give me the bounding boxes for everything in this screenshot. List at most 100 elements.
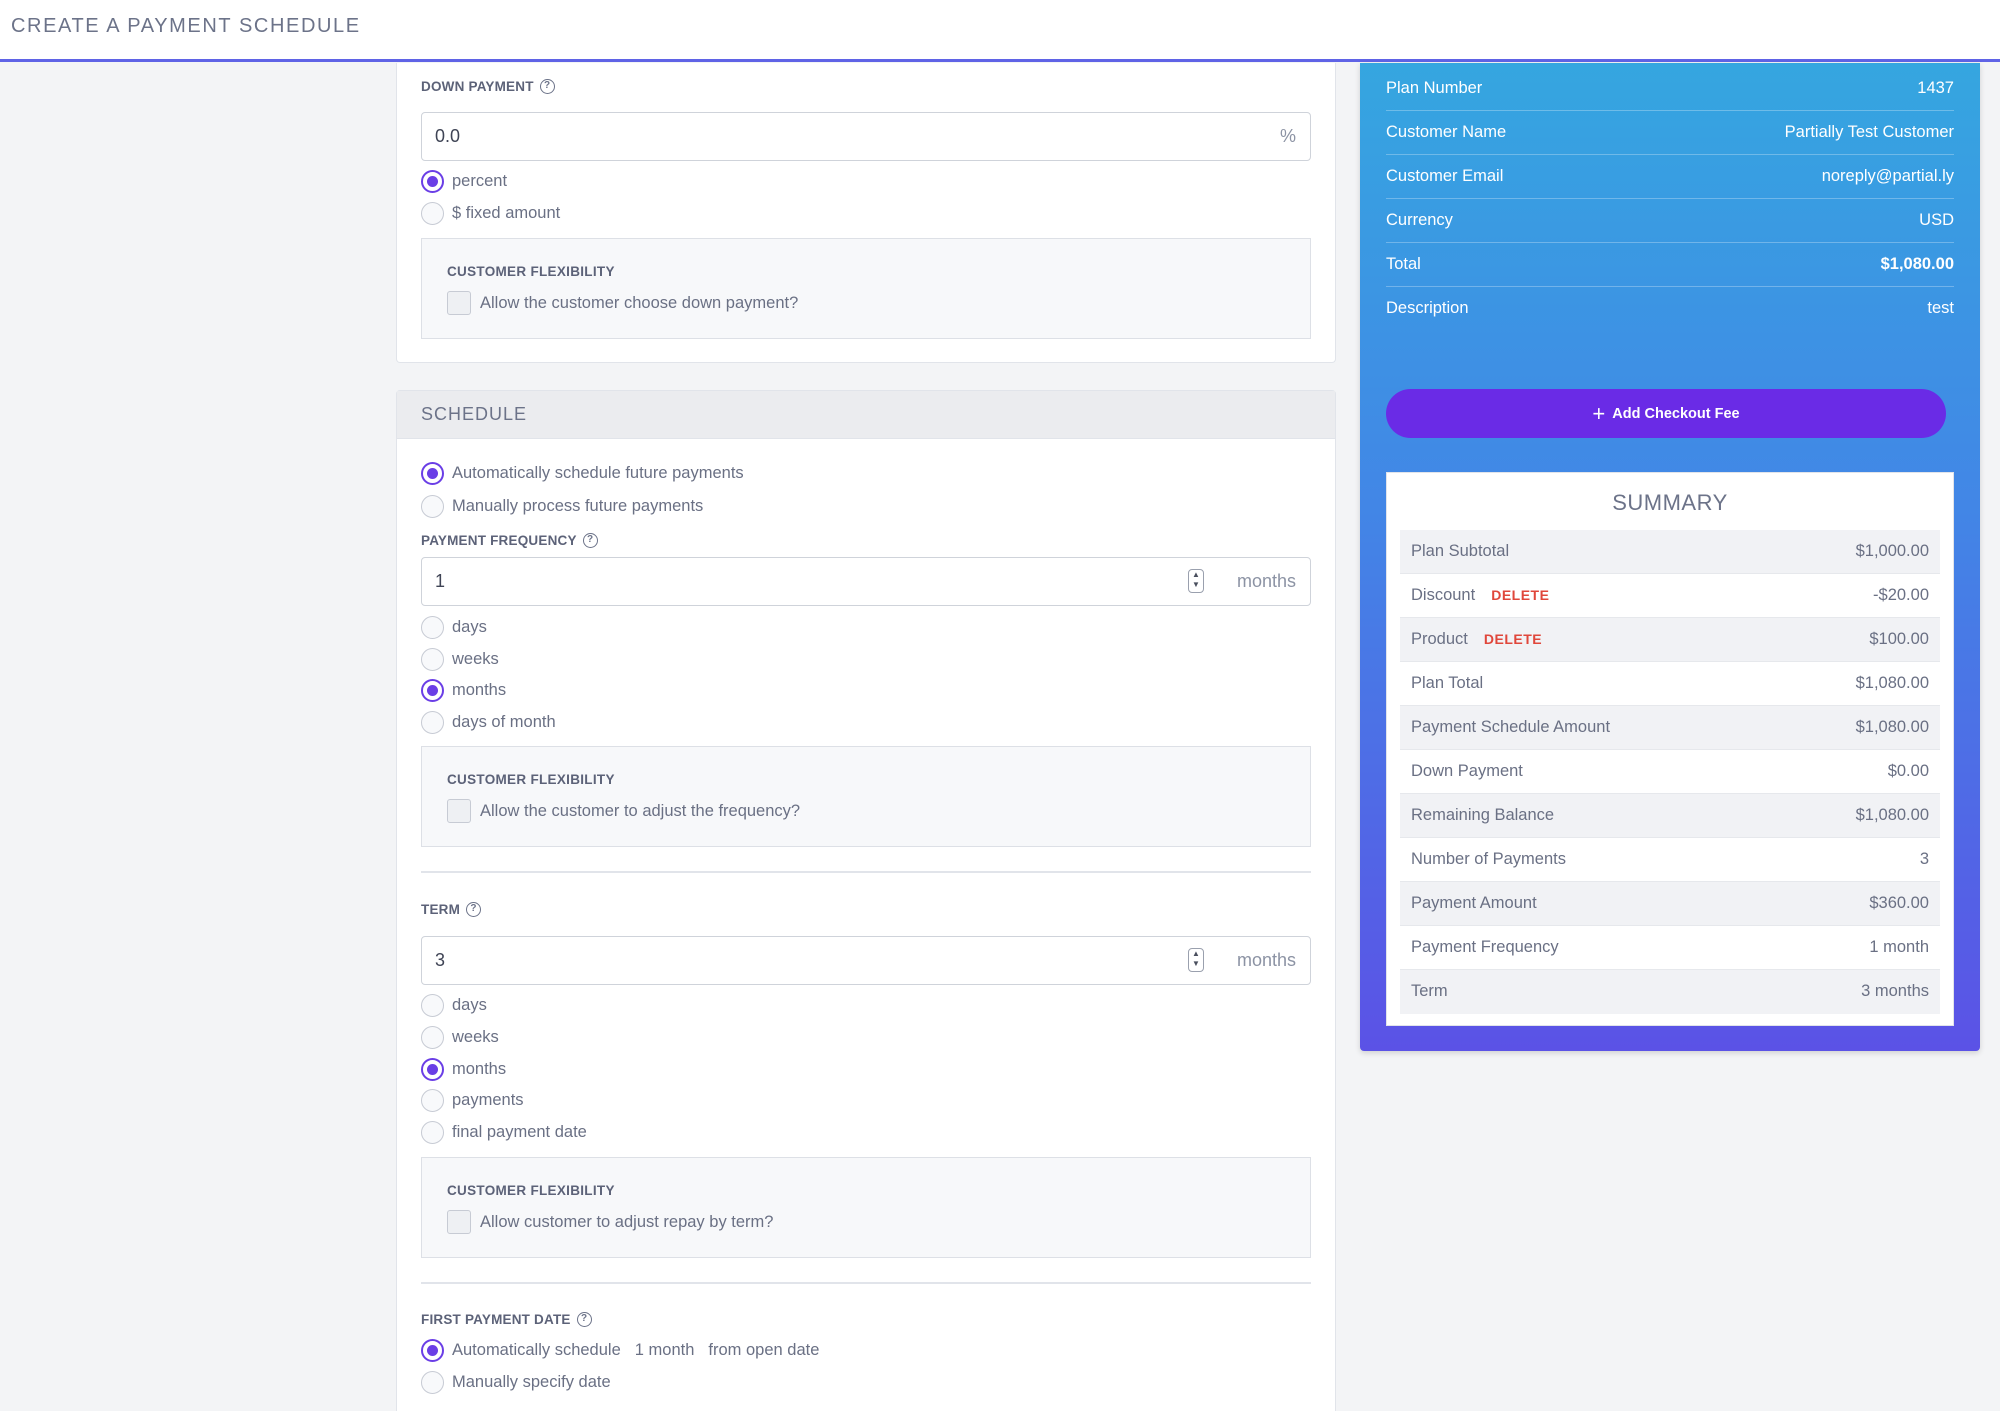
schedule-header: SCHEDULE <box>397 391 1335 439</box>
flexibility-title: CUSTOMER FLEXIBILITY <box>447 772 615 787</box>
first-payment-offset: 1 month <box>634 1341 695 1359</box>
payment-frequency-label-text: PAYMENT FREQUENCY <box>421 533 577 548</box>
radio-label: days <box>452 996 487 1014</box>
payment-frequency-input[interactable] <box>435 571 1135 592</box>
summary-key: Down Payment <box>1411 762 1523 780</box>
delete-discount-link[interactable]: DELETE <box>1491 587 1549 603</box>
frequency-option-months[interactable]: months <box>421 679 506 702</box>
term-option-final-payment-date[interactable]: final payment date <box>421 1121 587 1144</box>
summary-key: Payment Schedule Amount <box>1411 718 1611 736</box>
checkbox-icon[interactable] <box>447 1210 471 1234</box>
radio-icon[interactable] <box>421 495 444 518</box>
down-payment-label: DOWN PAYMENT ? <box>421 79 555 94</box>
radio-label: percent <box>452 172 508 190</box>
page-title: CREATE A PAYMENT SCHEDULE <box>11 15 361 37</box>
frequency-option-weeks[interactable]: weeks <box>421 648 499 671</box>
summary-row: Discount DELETE -$20.00 <box>1400 574 1940 618</box>
info-key: Total <box>1386 255 1421 273</box>
term-option-weeks[interactable]: weeks <box>421 1026 499 1049</box>
delete-product-link[interactable]: DELETE <box>1484 631 1542 647</box>
add-checkout-fee-button[interactable]: + Add Checkout Fee <box>1386 389 1946 438</box>
radio-selected-icon[interactable] <box>421 170 444 193</box>
frequency-option-days-of-month[interactable]: days of month <box>421 711 556 734</box>
total-row: Total $1,080.00 <box>1386 243 1954 287</box>
first-payment-option-automatic[interactable]: Automatically schedule 1 month from open… <box>421 1339 819 1362</box>
first-payment-date-label-text: FIRST PAYMENT DATE <box>421 1312 571 1327</box>
summary-value: $1,080.00 <box>1855 806 1929 824</box>
radio-icon[interactable] <box>421 648 444 671</box>
payment-frequency-field[interactable]: ▲▼ months <box>421 557 1311 606</box>
summary-row: Number of Payments 3 <box>1400 838 1940 882</box>
radio-icon[interactable] <box>421 1089 444 1112</box>
summary-value: $360.00 <box>1869 894 1929 912</box>
radio-selected-icon[interactable] <box>421 1339 444 1362</box>
help-icon[interactable]: ? <box>539 79 555 94</box>
info-key: Customer Email <box>1386 167 1504 185</box>
customer-name-row: Customer Name Partially Test Customer <box>1386 111 1954 155</box>
button-label: Add Checkout Fee <box>1612 405 1740 422</box>
summary-value: 1 month <box>1869 938 1929 956</box>
summary-row: Payment Amount $360.00 <box>1400 882 1940 926</box>
stepper-icon[interactable]: ▲ ▼ <box>1188 948 1204 972</box>
help-icon[interactable]: ? <box>466 902 482 917</box>
radio-selected-icon[interactable] <box>421 679 444 702</box>
radio-icon[interactable] <box>421 202 444 225</box>
radio-label: days of month <box>452 713 556 731</box>
info-value: test <box>1927 299 1954 317</box>
radio-label: weeks <box>452 1028 499 1046</box>
radio-selected-icon[interactable] <box>421 1058 444 1081</box>
allow-adjust-term-checkbox[interactable]: Allow customer to adjust repay by term? <box>447 1210 773 1234</box>
allow-adjust-frequency-checkbox[interactable]: Allow the customer to adjust the frequen… <box>447 799 800 823</box>
plan-number-row: Plan Number 1437 <box>1386 67 1954 111</box>
top-bar: CREATE A PAYMENT SCHEDULE <box>0 0 2000 62</box>
checkbox-icon[interactable] <box>447 799 471 823</box>
term-flexibility: CUSTOMER FLEXIBILITY Allow customer to a… <box>421 1157 1311 1258</box>
radio-icon[interactable] <box>421 1371 444 1394</box>
radio-icon[interactable] <box>421 1026 444 1049</box>
term-option-payments[interactable]: payments <box>421 1089 524 1112</box>
checkbox-icon[interactable] <box>447 291 471 315</box>
help-icon[interactable]: ? <box>576 1312 592 1327</box>
term-input[interactable] <box>435 950 1135 971</box>
down-payment-input[interactable] <box>435 126 1135 147</box>
radio-icon[interactable] <box>421 994 444 1017</box>
radio-label: final payment date <box>452 1123 587 1141</box>
summary-row: Product DELETE $100.00 <box>1400 618 1940 662</box>
summary-row: Payment Schedule Amount $1,080.00 <box>1400 706 1940 750</box>
radio-icon[interactable] <box>421 711 444 734</box>
down-payment-option-percent[interactable]: percent <box>421 170 507 193</box>
term-option-days[interactable]: days <box>421 994 487 1017</box>
radio-icon[interactable] <box>421 616 444 639</box>
radio-selected-icon[interactable] <box>421 462 444 485</box>
term-label-text: TERM <box>421 902 461 917</box>
divider <box>421 1282 1311 1284</box>
flexibility-title: CUSTOMER FLEXIBILITY <box>447 1183 615 1198</box>
frequency-option-days[interactable]: days <box>421 616 487 639</box>
plan-info-panel: Plan Number 1437 Customer Name Partially… <box>1360 63 1980 1051</box>
radio-label: payments <box>452 1091 524 1109</box>
term-field[interactable]: ▲▼ months <box>421 936 1311 985</box>
down-payment-option-fixed[interactable]: $ fixed amount <box>421 202 560 225</box>
schedule-option-manual[interactable]: Manually process future payments <box>421 495 703 518</box>
summary-key: Remaining Balance <box>1411 806 1555 824</box>
description-row: Description test <box>1386 287 1954 331</box>
stepper-icon[interactable]: ▲ ▼ <box>1188 569 1204 593</box>
down-payment-card: DOWN PAYMENT ? % percent $ fixed amount … <box>396 63 1336 363</box>
help-icon[interactable]: ? <box>582 533 598 548</box>
info-value: Partially Test Customer <box>1784 123 1954 141</box>
plus-icon: + <box>1592 400 1606 426</box>
radio-label: weeks <box>452 650 499 668</box>
summary-row: Plan Subtotal $1,000.00 <box>1400 530 1940 574</box>
radio-icon[interactable] <box>421 1121 444 1144</box>
summary-row: Term 3 months <box>1400 970 1940 1014</box>
summary-row: Plan Total $1,080.00 <box>1400 662 1940 706</box>
summary-title: SUMMARY <box>1612 490 1728 515</box>
first-payment-option-manual[interactable]: Manually specify date <box>421 1371 611 1394</box>
down-payment-field[interactable]: % <box>421 112 1311 161</box>
checkbox-label: Allow the customer to adjust the frequen… <box>480 801 801 820</box>
checkbox-label: Allow the customer choose down payment? <box>480 293 799 312</box>
summary-row: Remaining Balance $1,080.00 <box>1400 794 1940 838</box>
schedule-option-automatic[interactable]: Automatically schedule future payments <box>421 462 744 485</box>
term-option-months[interactable]: months <box>421 1058 506 1081</box>
allow-down-payment-checkbox[interactable]: Allow the customer choose down payment? <box>447 291 798 315</box>
